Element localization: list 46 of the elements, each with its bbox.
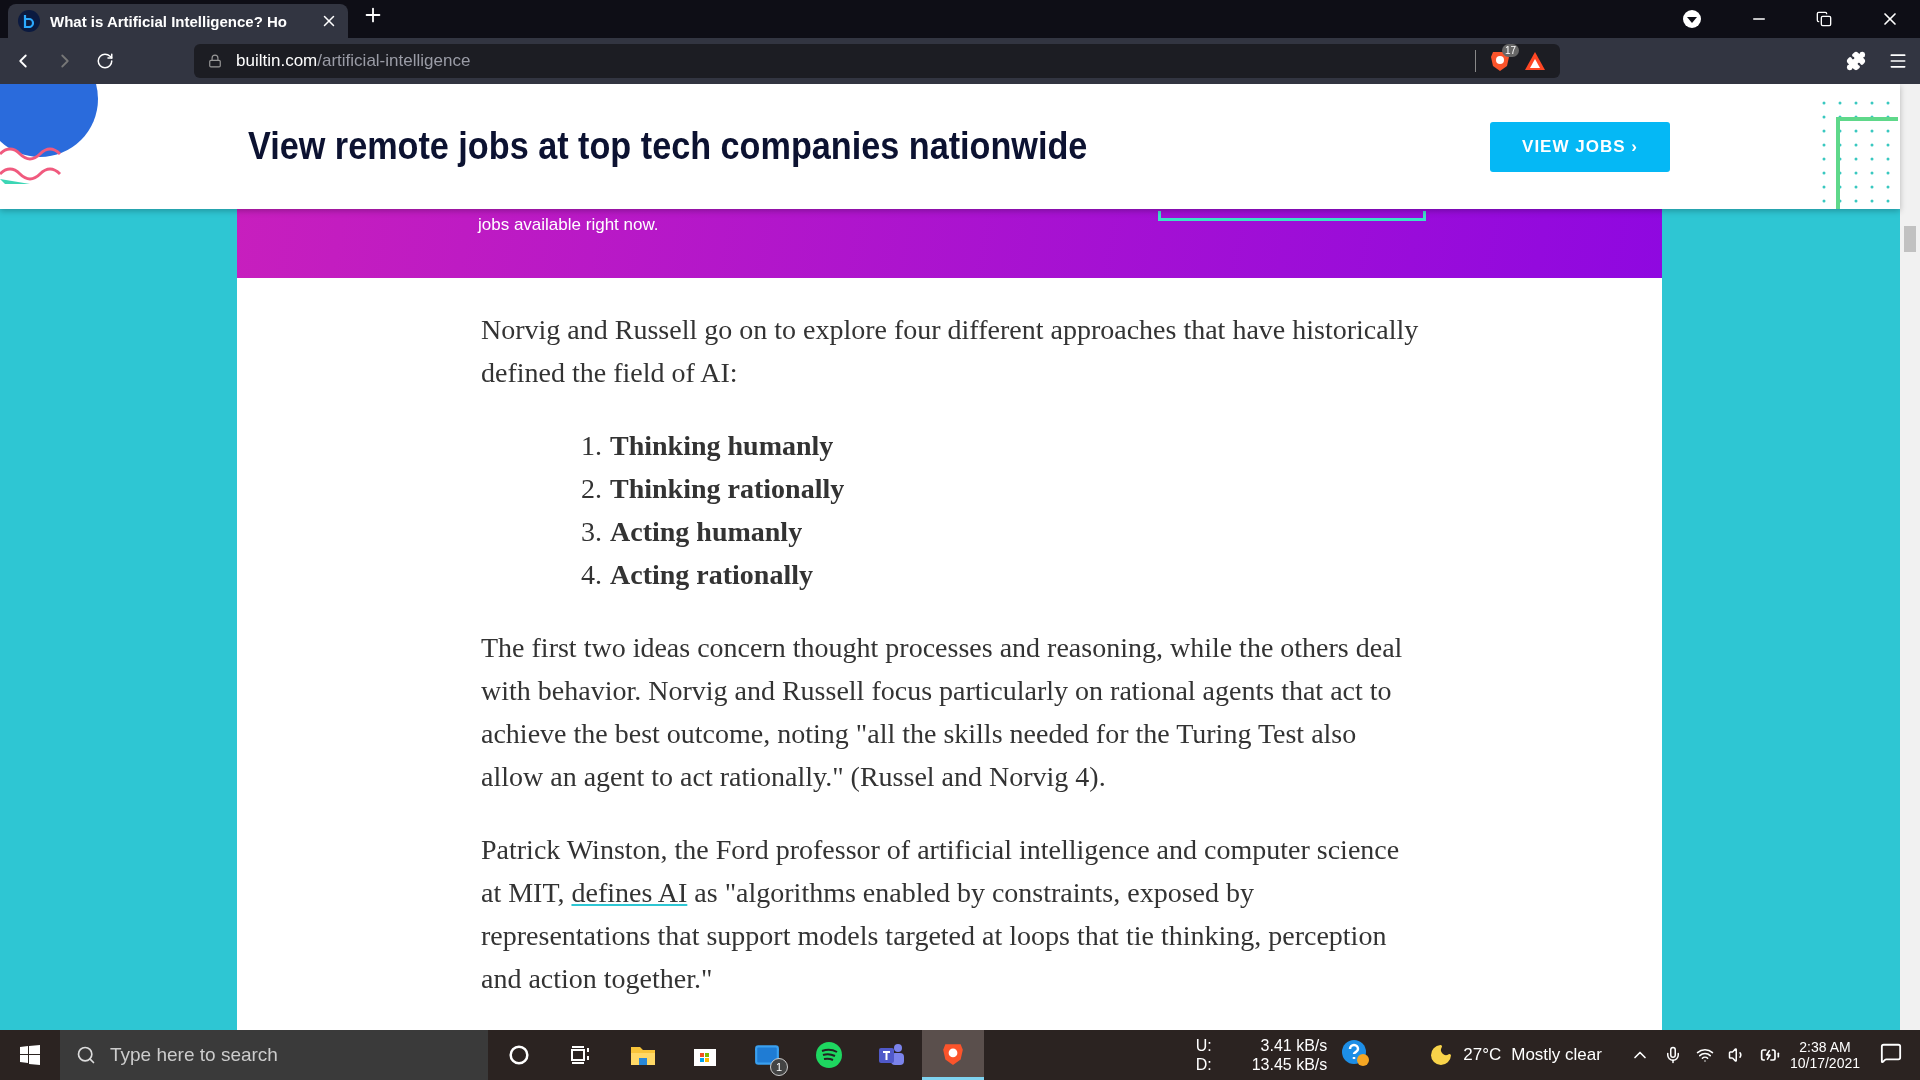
letter-b-icon [23, 14, 35, 28]
taskbar-search-field[interactable]: Type here to search [60, 1030, 488, 1080]
notification-icon[interactable] [1880, 1042, 1902, 1064]
list-item-text: Thinking rationally [610, 472, 845, 506]
article-paragraph: Norvig and Russell go on to explore four different approaches that have historically defined the field of AI: [481, 313, 1420, 390]
url-text: builtin.com/artificial-intelligence [236, 51, 472, 71]
mail-button[interactable]: 1 [736, 1030, 798, 1080]
tab-title: What is Artificial Intelligence? Ho [50, 12, 288, 30]
weather-text[interactable]: Mostly clear [1511, 1045, 1602, 1065]
defines-ai-link[interactable]: defines AI [571, 877, 688, 908]
list-item-text: Acting rationally [610, 558, 813, 592]
moon-icon[interactable] [1429, 1043, 1454, 1067]
help-icon[interactable] [1341, 1039, 1370, 1067]
mail-badge: 1 [770, 1058, 788, 1076]
list-item-text: Thinking humanly [610, 429, 834, 463]
banner-headline: View remote jobs at top tech companies nationwide [248, 125, 1088, 168]
list-item-text: Acting humanly [610, 515, 803, 549]
restore-icon[interactable] [1816, 11, 1832, 27]
triangle-icon[interactable] [1524, 51, 1546, 71]
time: 2:38 AM [1799, 1039, 1851, 1055]
shields-count: 17 [1502, 44, 1520, 57]
browser-tab[interactable]: What is Artificial Intelligence? Ho [8, 4, 348, 38]
scrollbar[interactable] [1900, 84, 1920, 1030]
down-arrow-circle-icon[interactable] [1682, 9, 1702, 29]
list-number: 4. [581, 558, 602, 592]
search-icon [76, 1045, 96, 1065]
download-label: D: [1195, 1055, 1212, 1074]
upload-label: U: [1195, 1036, 1212, 1055]
address-bar[interactable]: builtin.com/artificial-intelligence 17 [194, 44, 1560, 78]
wifi-icon[interactable] [1695, 1046, 1714, 1064]
list-number: 1. [581, 429, 602, 463]
puzzle-icon[interactable] [1846, 51, 1866, 71]
menu-icon[interactable] [1888, 51, 1908, 71]
windows-logo-icon [20, 1045, 40, 1065]
date: 10/17/2021 [1789, 1055, 1860, 1071]
list-number: 2. [581, 472, 602, 506]
list-number: 3. [581, 515, 602, 549]
download-rate: 13.45 kB/s [1251, 1055, 1328, 1074]
clock[interactable]: 2:38 AM 10/17/2021 [1789, 1039, 1860, 1071]
promo-text: jobs available right now. [478, 214, 660, 236]
lock-icon [208, 54, 222, 68]
article-paragraph: The first two ideas concern thought processes and reasoning, while the others deal with behavior. Norvig and Russell focus particularly on rational agents that act to achieve the best outcome, noting "all the skills needed for the Turing Test also allow an agent to act rationally." (Russel and Norvig 4). [481, 631, 1404, 794]
article-paragraph: Patrick Winston, the Ford professor of artificial intelligence and computer science at MIT, defines AI as "algorithms enabled by constraints, exposed by representations that support models targeted at loops that tie thinking, perception and action together." [481, 833, 1401, 996]
temperature[interactable]: 27°C [1463, 1045, 1502, 1065]
upload-rate: 3.41 kB/s [1259, 1036, 1328, 1055]
reload-icon[interactable] [96, 52, 114, 70]
